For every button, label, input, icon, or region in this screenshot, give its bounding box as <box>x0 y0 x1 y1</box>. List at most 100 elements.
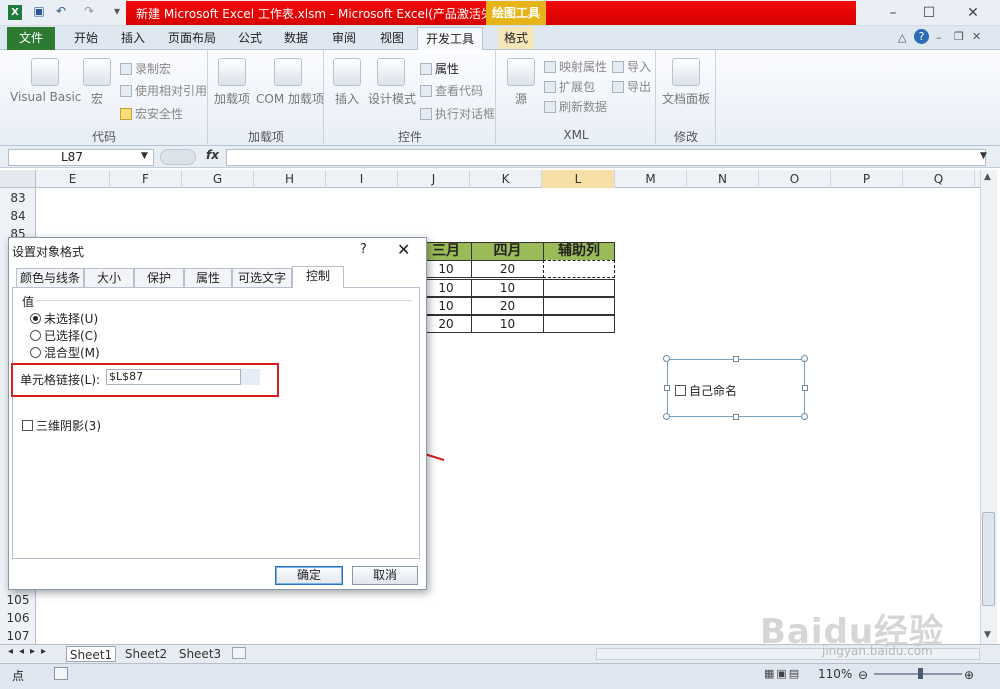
column-header[interactable]: N <box>687 170 759 188</box>
visual-basic-button[interactable]: Visual Basic <box>10 58 81 104</box>
macro-record-icon[interactable] <box>54 667 68 680</box>
table-cell[interactable] <box>543 315 615 333</box>
zoom-level[interactable]: 110% <box>818 667 852 681</box>
column-header[interactable]: I <box>326 170 398 188</box>
form-checkbox[interactable]: 自己命名 <box>675 382 737 399</box>
table-cell[interactable]: 10 <box>420 260 472 278</box>
scroll-down-icon[interactable]: ▼ <box>984 630 991 640</box>
insert-sheet-icon[interactable] <box>232 647 246 659</box>
column-header[interactable]: M <box>615 170 687 188</box>
radio-checked-option[interactable]: 已选择(C) <box>30 327 98 344</box>
scroll-up-icon[interactable]: ▲ <box>984 172 991 182</box>
sheet-tab[interactable]: Sheet3 <box>176 646 224 662</box>
formula-resize-handle[interactable] <box>160 149 196 165</box>
column-header[interactable]: G <box>182 170 254 188</box>
map-properties-button[interactable]: 映射属性 <box>544 58 607 75</box>
excel-app-icon[interactable]: X <box>8 5 22 20</box>
resize-handle[interactable] <box>802 385 808 391</box>
workbook-close-icon[interactable]: ✕ <box>972 30 981 43</box>
cell-link-input[interactable]: $L$87 <box>106 369 260 385</box>
export-button[interactable]: 导出 <box>612 78 651 95</box>
macro-security-button[interactable]: 宏安全性 <box>120 105 183 122</box>
range-picker-icon[interactable] <box>240 369 260 385</box>
insert-control-button[interactable]: 插入 <box>330 58 364 107</box>
xml-source-button[interactable]: 源 <box>504 58 538 107</box>
save-icon[interactable]: ▣ <box>32 4 46 18</box>
macros-button[interactable]: 宏 <box>82 58 112 107</box>
tab-alt-text[interactable]: 可选文字 <box>232 268 292 288</box>
tab-developer[interactable]: 开发工具 <box>417 27 483 51</box>
column-header[interactable]: J <box>398 170 470 188</box>
tab-size[interactable]: 大小 <box>84 268 134 288</box>
selected-cell-l87[interactable] <box>543 260 615 278</box>
tab-view[interactable]: 视图 <box>374 27 410 49</box>
table-cell[interactable] <box>543 279 615 297</box>
tab-home[interactable]: 开始 <box>68 27 104 49</box>
table-header-cell[interactable]: 四月 <box>471 242 544 261</box>
ok-button[interactable]: 确定 <box>275 566 343 585</box>
insert-function-icon[interactable]: fx <box>206 148 219 162</box>
checkbox-icon[interactable] <box>22 420 33 431</box>
run-dialog-button[interactable]: 执行对话框 <box>420 105 495 122</box>
column-header[interactable]: K <box>470 170 542 188</box>
ribbon-collapse-icon[interactable]: △ <box>898 31 906 44</box>
column-header[interactable]: H <box>254 170 326 188</box>
workbook-minimize-icon[interactable]: – <box>936 31 942 44</box>
vertical-scroll-thumb[interactable] <box>982 512 995 606</box>
undo-icon[interactable]: ↶ <box>54 4 68 18</box>
addins-button[interactable]: 加载项 <box>212 58 252 107</box>
help-icon[interactable]: ? <box>914 29 929 44</box>
tab-format[interactable]: 格式 <box>498 27 535 49</box>
row-header[interactable]: 105 <box>0 591 36 609</box>
maximize-button[interactable]: ☐ <box>914 4 944 22</box>
tab-page-layout[interactable]: 页面布局 <box>162 27 222 49</box>
dialog-close-button[interactable]: ✕ <box>397 240 410 259</box>
tab-control[interactable]: 控制 <box>292 266 344 288</box>
name-box-dropdown-icon[interactable]: ▼ <box>141 151 148 161</box>
row-header[interactable]: 106 <box>0 609 36 627</box>
resize-handle[interactable] <box>801 355 808 362</box>
table-cell[interactable]: 10 <box>471 315 544 333</box>
design-mode-button[interactable]: 设计模式 <box>368 58 416 107</box>
quick-access-menu-icon[interactable]: ▾ <box>110 4 124 18</box>
resize-handle[interactable] <box>663 355 670 362</box>
row-header[interactable]: 84 <box>0 207 36 225</box>
view-code-button[interactable]: 查看代码 <box>420 82 483 99</box>
tab-review[interactable]: 审阅 <box>326 27 362 49</box>
import-button[interactable]: 导入 <box>612 58 651 75</box>
resize-handle[interactable] <box>733 356 739 362</box>
table-cell[interactable]: 20 <box>471 297 544 315</box>
minimize-button[interactable]: – <box>878 4 908 22</box>
radio-unchecked-option[interactable]: 未选择(U) <box>30 310 98 327</box>
tab-file[interactable]: 文件 <box>7 27 55 50</box>
dialog-help-button[interactable]: ? <box>360 242 367 257</box>
row-header[interactable]: 107 <box>0 627 36 645</box>
zoom-in-icon[interactable]: ⊕ <box>964 668 974 682</box>
table-header-cell[interactable]: 三月 <box>420 242 472 261</box>
column-header[interactable]: F <box>110 170 182 188</box>
table-cell[interactable]: 10 <box>420 297 472 315</box>
name-box[interactable]: L87 <box>8 149 154 166</box>
view-buttons-icon[interactable]: ▦▣▤ <box>764 667 808 681</box>
sheet-tab-active[interactable]: Sheet1 <box>66 646 116 662</box>
redo-icon[interactable]: ↷ <box>82 4 96 18</box>
document-panel-button[interactable]: 文档面板 <box>662 58 710 107</box>
record-macro-button[interactable]: 录制宏 <box>120 60 171 77</box>
table-cell[interactable] <box>543 297 615 315</box>
sheet-tab[interactable]: Sheet2 <box>122 646 170 662</box>
table-cell[interactable]: 10 <box>420 279 472 297</box>
tab-data[interactable]: 数据 <box>278 27 314 49</box>
table-cell[interactable]: 20 <box>471 260 544 278</box>
resize-handle[interactable] <box>733 414 739 420</box>
radio-mixed-option[interactable]: 混合型(M) <box>30 344 100 361</box>
workbook-restore-icon[interactable]: ❐ <box>954 30 964 43</box>
tab-properties[interactable]: 属性 <box>184 268 232 288</box>
tab-colors-lines[interactable]: 颜色与线条 <box>16 268 84 288</box>
cancel-button[interactable]: 取消 <box>352 566 418 585</box>
com-addins-button[interactable]: COM 加载项 <box>256 58 324 107</box>
checkbox-box[interactable] <box>675 385 686 396</box>
column-header[interactable]: E <box>36 170 110 188</box>
column-header[interactable]: Q <box>903 170 975 188</box>
tab-formulas[interactable]: 公式 <box>232 27 268 49</box>
select-all-corner[interactable] <box>0 170 36 188</box>
